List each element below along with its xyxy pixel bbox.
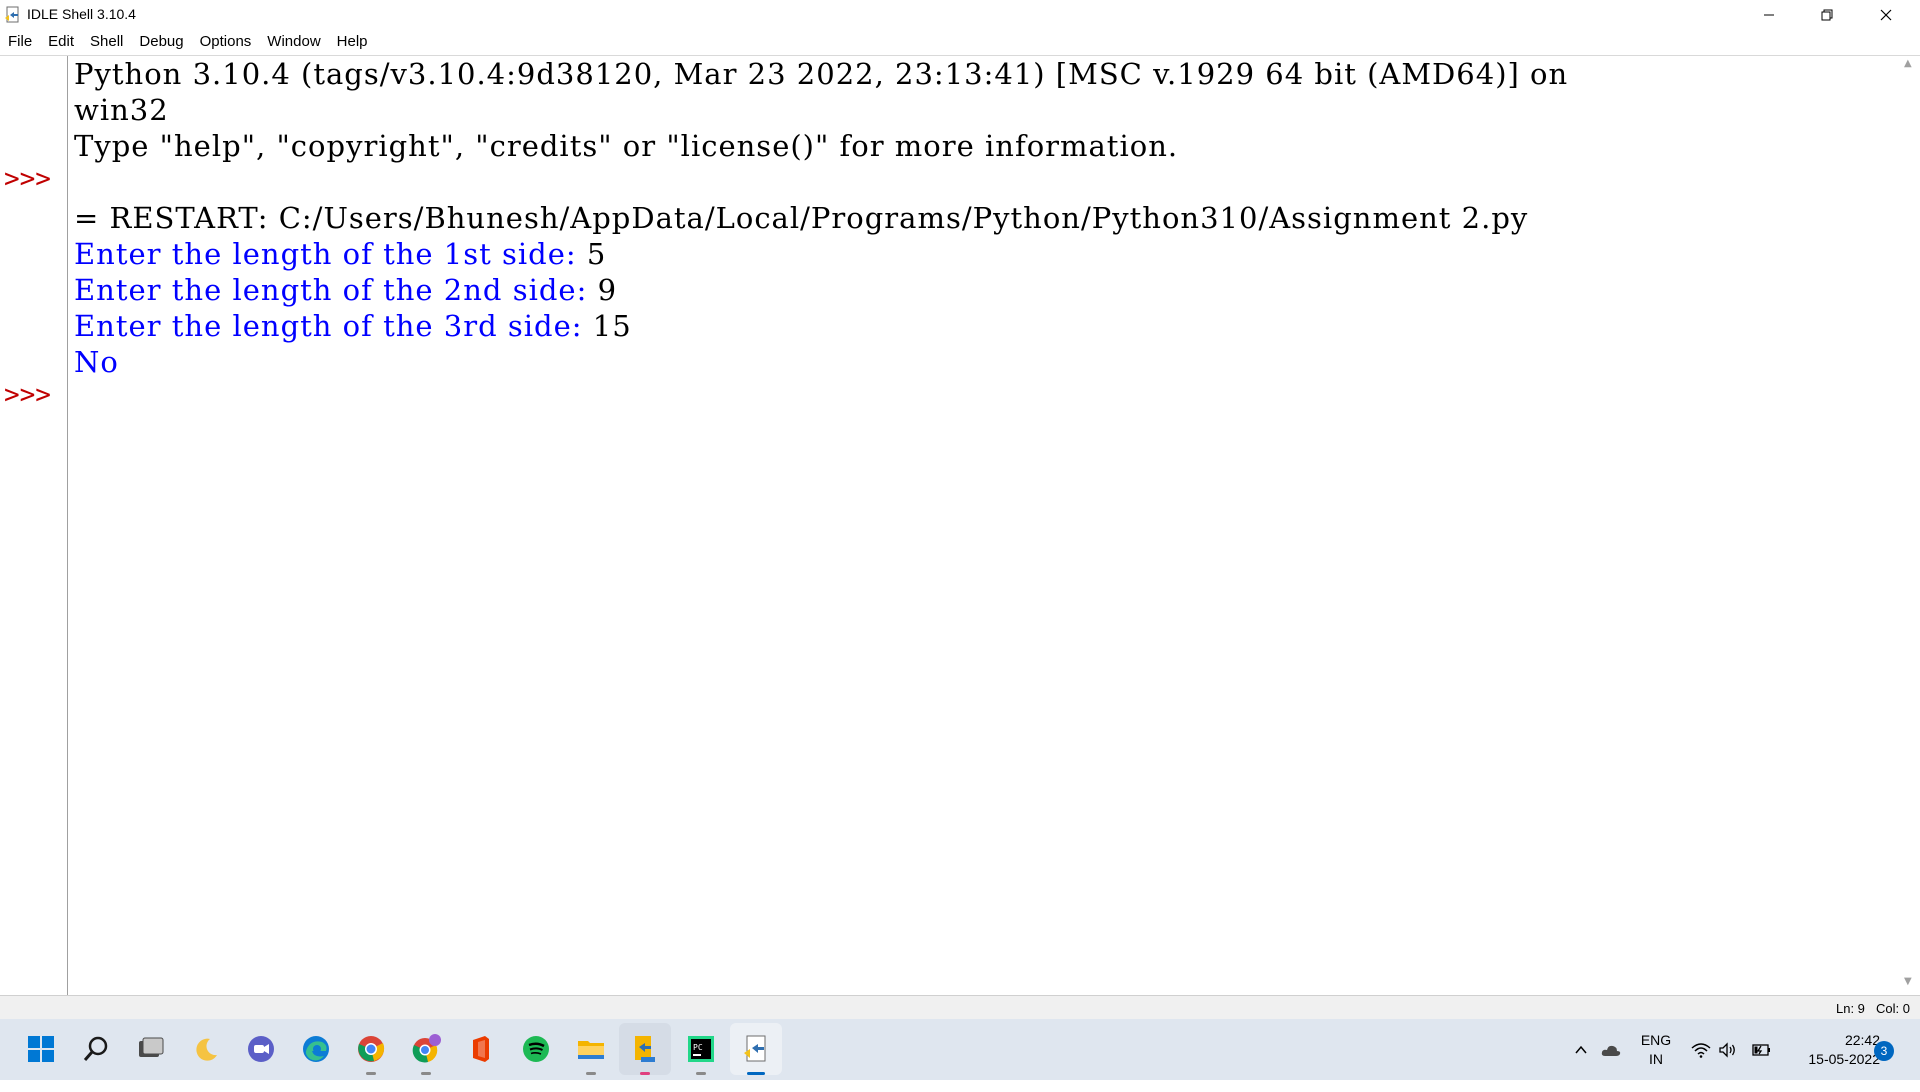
running-indicator [640, 1072, 650, 1075]
idle-files-icon[interactable] [627, 1031, 663, 1075]
menu-shell[interactable]: Shell [82, 30, 131, 54]
file-explorer-icon[interactable] [573, 1031, 609, 1075]
status-bar: Ln: 9 Col: 0 [0, 995, 1920, 1019]
region-code: IN [1649, 1051, 1663, 1067]
menu-window[interactable]: Window [259, 30, 328, 54]
stdin-value: 5 [586, 237, 607, 271]
onedrive-cloud-icon[interactable] [1600, 1039, 1622, 1061]
battery-charging-icon[interactable] [1750, 1039, 1772, 1061]
restore-button[interactable] [1798, 0, 1856, 30]
running-indicator [586, 1072, 596, 1075]
stdout-prompt: Enter the length of the 1st side: [74, 237, 587, 271]
widgets-icon[interactable] [188, 1031, 224, 1067]
banner-line: win32 [74, 93, 169, 127]
input-language[interactable]: ENG IN [1636, 1031, 1676, 1092]
input-prompt-line: Enter the length of the 1st side: 5 [74, 236, 606, 272]
running-indicator [421, 1072, 431, 1075]
spotify-icon[interactable] [518, 1031, 554, 1067]
minimize-icon [1764, 14, 1774, 16]
running-indicator [696, 1072, 706, 1075]
svg-text:PC: PC [693, 1043, 703, 1052]
stdout-prompt: Enter the length of the 3rd side: [74, 309, 593, 343]
title-bar: IDLE Shell 3.10.4 [0, 0, 1920, 30]
chrome-profile-icon[interactable] [408, 1031, 444, 1075]
vertical-scrollbar[interactable]: ▲ ▼ [1900, 56, 1920, 996]
shell-editor[interactable]: >>> >>> Python 3.10.4 (tags/v3.10.4:9d38… [0, 55, 1920, 996]
prompt-gutter: >>> >>> [0, 56, 68, 996]
wifi-icon[interactable] [1690, 1039, 1712, 1061]
close-button[interactable] [1857, 0, 1915, 30]
stdin-value: 15 [592, 309, 632, 343]
restore-icon [1821, 9, 1833, 21]
chrome-icon[interactable] [353, 1031, 389, 1075]
menu-file[interactable]: File [0, 30, 40, 54]
input-prompt-line: Enter the length of the 3rd side: 15 [74, 308, 632, 344]
idle-shell-icon[interactable] [738, 1031, 774, 1075]
chevron-up-icon[interactable] [1570, 1039, 1592, 1061]
search-icon[interactable] [78, 1031, 114, 1067]
stdin-value: 9 [597, 273, 618, 307]
windows-start-icon[interactable] [23, 1031, 59, 1067]
menu-options[interactable]: Options [192, 30, 260, 54]
volume-icon[interactable] [1717, 1039, 1739, 1061]
clock-time: 22:42 [1844, 1032, 1880, 1048]
minimize-button[interactable] [1740, 0, 1798, 30]
running-indicator [366, 1072, 376, 1075]
menu-bar: File Edit Shell Debug Options Window Hel… [0, 30, 1920, 54]
menu-edit[interactable]: Edit [40, 30, 82, 54]
teams-chat-icon[interactable] [243, 1031, 279, 1067]
scroll-up-arrow-icon[interactable]: ▲ [1904, 58, 1912, 69]
input-prompt-line: Enter the length of the 2nd side: 9 [74, 272, 617, 308]
restart-line: = RESTART: C:/Users/Bhunesh/AppData/Loca… [74, 201, 1529, 235]
language-code: ENG [1640, 1032, 1672, 1048]
notification-badge[interactable]: 3 [1874, 1041, 1894, 1061]
menu-help[interactable]: Help [329, 30, 376, 54]
shell-output[interactable]: Python 3.10.4 (tags/v3.10.4:9d38120, Mar… [74, 56, 1894, 996]
program-output: No [74, 345, 119, 379]
office-icon[interactable] [463, 1031, 499, 1067]
scroll-down-arrow-icon[interactable]: ▼ [1904, 976, 1912, 987]
idle-app-icon [4, 6, 22, 24]
running-indicator [747, 1072, 765, 1075]
task-view-icon[interactable] [133, 1031, 169, 1067]
clock[interactable]: 22:42 15-05-2022 [1780, 1031, 1880, 1092]
menu-debug[interactable]: Debug [131, 30, 191, 54]
banner-line: Python 3.10.4 (tags/v3.10.4:9d38120, Mar… [74, 57, 1569, 91]
taskbar: PC ENG IN 22:42 15-05-2022 3 [0, 1019, 1920, 1080]
cursor-line: Ln: 9 [1836, 1001, 1865, 1016]
close-icon [1880, 9, 1892, 21]
pycharm-icon[interactable]: PC [683, 1031, 719, 1075]
edge-icon[interactable] [298, 1031, 334, 1067]
clock-date: 15-05-2022 [1808, 1051, 1880, 1067]
window-title: IDLE Shell 3.10.4 [27, 6, 136, 22]
cursor-col: Col: 0 [1876, 1001, 1910, 1016]
stdout-prompt: Enter the length of the 2nd side: [74, 273, 598, 307]
shell-prompt: >>> [4, 164, 51, 194]
shell-prompt: >>> [4, 380, 51, 410]
banner-line: Type "help", "copyright", "credits" or "… [74, 129, 1179, 163]
